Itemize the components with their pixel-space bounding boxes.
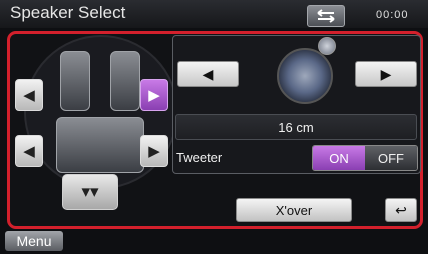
- speaker-front-left-button[interactable]: ◀: [15, 79, 43, 111]
- xover-button[interactable]: X'over: [236, 198, 352, 222]
- tweeter-label: Tweeter: [176, 150, 223, 165]
- speaker-left-icon: ◀: [23, 87, 35, 104]
- title-bar: Speaker Select 00:00: [0, 0, 428, 28]
- back-button[interactable]: [307, 5, 345, 27]
- back-arrows-icon: [317, 9, 335, 23]
- seat-front-left: [60, 51, 90, 111]
- seat-rear: [56, 117, 144, 173]
- seat-front-right: [110, 51, 140, 111]
- arrow-left-icon: ◀: [202, 65, 214, 82]
- speaker-right-icon: ▶: [148, 143, 160, 160]
- subwoofer-button[interactable]: ▾▾: [62, 174, 118, 210]
- tweeter-toggle[interactable]: ON OFF: [312, 145, 418, 171]
- size-prev-button[interactable]: ◀: [177, 61, 239, 87]
- tweeter-icon: [318, 37, 336, 55]
- speaker-left-icon: ◀: [23, 143, 35, 160]
- tweeter-on-button[interactable]: ON: [313, 146, 365, 170]
- tweeter-off-button[interactable]: OFF: [365, 146, 417, 170]
- speaker-right-icon: ▶: [148, 87, 160, 104]
- speaker-size-display: 16 cm: [175, 114, 417, 140]
- return-icon: ↩: [395, 201, 407, 218]
- speaker-cone-icon: [277, 48, 333, 104]
- arrow-right-icon: ▶: [380, 65, 392, 82]
- menu-button[interactable]: Menu: [5, 231, 63, 251]
- page-title: Speaker Select: [10, 3, 126, 22]
- size-next-button[interactable]: ▶: [355, 61, 417, 87]
- subwoofer-icon: ▾▾: [81, 182, 99, 201]
- speaker-rear-right-button[interactable]: ▶: [140, 135, 168, 167]
- speaker-front-right-button[interactable]: ▶: [140, 79, 168, 111]
- speaker-rear-left-button[interactable]: ◀: [15, 135, 43, 167]
- return-button[interactable]: ↩: [385, 198, 417, 222]
- clock: 00:00: [376, 9, 409, 21]
